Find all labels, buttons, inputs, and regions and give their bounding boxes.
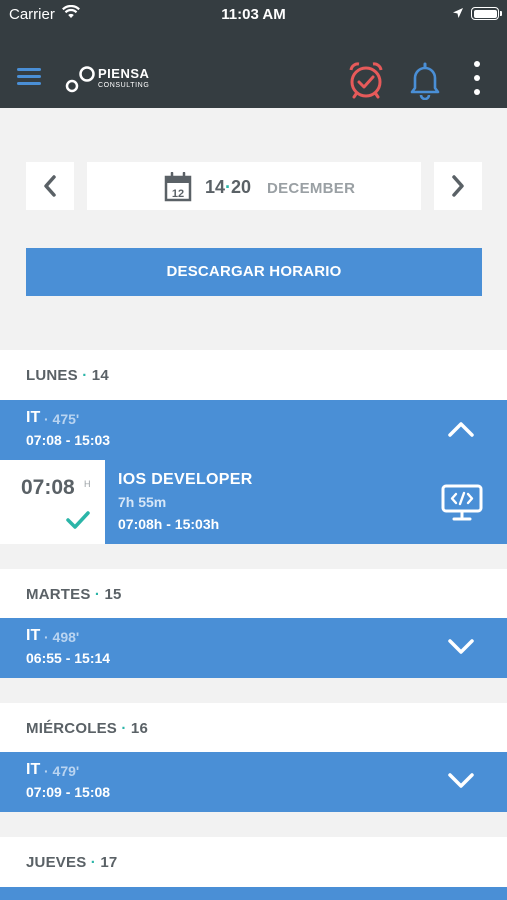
day-separator: · <box>90 586 105 603</box>
day-separator: · <box>86 854 101 871</box>
day-label: MARTES · 15 <box>26 586 122 603</box>
next-week-button[interactable] <box>434 162 482 210</box>
app-header: PIENSA CONSULTING <box>0 28 507 108</box>
week-end: 20 <box>231 177 252 197</box>
day-header-lunes: LUNES · 14 <box>0 350 507 400</box>
day-number: 17 <box>100 854 118 871</box>
shift-range: 07:08 - 15:03 <box>26 432 111 448</box>
day-number: 15 <box>104 586 122 603</box>
shift-minutes: · 498' <box>44 629 80 645</box>
checkin-time-unit: H <box>84 479 91 489</box>
day-header-martes: MARTES · 15 <box>0 569 507 619</box>
shift-minutes: · 479' <box>44 763 80 779</box>
battery-icon <box>471 7 499 20</box>
chevron-right-icon <box>452 175 464 197</box>
previous-week-button[interactable] <box>26 162 74 210</box>
shift-range: 06:55 - 15:14 <box>26 650 111 666</box>
checkin-time-box: 07:08 H <box>0 460 105 544</box>
day-name: JUEVES <box>26 854 87 871</box>
task-hours: 07:08h - 15:03h <box>118 516 220 532</box>
chevron-down-icon[interactable] <box>447 637 475 657</box>
day-label: LUNES · 14 <box>26 367 109 384</box>
piensa-logo: PIENSA CONSULTING <box>65 65 165 95</box>
shift-range: 07:09 - 15:08 <box>26 784 111 800</box>
chevron-left-icon <box>44 175 56 197</box>
calendar-icon: 12 <box>164 172 192 202</box>
week-selector[interactable]: 12 14·20 DECEMBER <box>87 162 421 210</box>
day-name: MIÉRCOLES <box>26 720 117 737</box>
shift-minutes: · 475' <box>44 411 80 427</box>
day-name: LUNES <box>26 367 78 384</box>
shift-row-miercoles[interactable]: IT · 479' 07:09 - 15:08 <box>0 752 507 812</box>
day-separator: · <box>77 367 92 384</box>
code-monitor-icon <box>441 484 483 521</box>
shift-code: IT <box>26 627 41 644</box>
task-title: IOS DEVELOPER <box>118 471 253 488</box>
shift-code: IT <box>26 409 41 426</box>
shift-detail[interactable]: 07:08 H IOS DEVELOPER 7h 55m 07:08h - 15… <box>0 460 507 544</box>
status-time: 11:03 AM <box>221 6 286 23</box>
day-label: JUEVES · 17 <box>26 854 117 871</box>
download-schedule-button[interactable]: DESCARGAR HORARIO <box>26 248 482 296</box>
task-duration: 7h 55m <box>118 494 167 510</box>
calendar-icon-day: 12 <box>172 188 184 200</box>
task-info[interactable]: IOS DEVELOPER 7h 55m 07:08h - 15:03h <box>105 460 507 544</box>
bell-icon[interactable] <box>409 60 441 100</box>
logo-name: PIENSA <box>98 66 150 81</box>
day-name: MARTES <box>26 586 91 603</box>
day-number: 16 <box>130 720 149 737</box>
shift-row-jueves[interactable] <box>0 887 507 900</box>
week-start: 14 <box>205 177 226 197</box>
day-number: 14 <box>91 367 109 384</box>
checkmark-icon <box>66 511 90 529</box>
day-header-miercoles: MIÉRCOLES · 16 <box>0 703 507 753</box>
hamburger-menu-icon[interactable] <box>17 68 41 86</box>
shift-row-lunes[interactable]: IT · 475' 07:08 - 15:03 <box>0 400 507 460</box>
day-separator: · <box>116 720 131 737</box>
more-options-icon[interactable] <box>470 61 484 101</box>
alarm-clock-icon[interactable] <box>347 60 385 100</box>
day-label: MIÉRCOLES · 16 <box>26 720 148 737</box>
day-header-jueves: JUEVES · 17 <box>0 837 507 887</box>
checkin-time: 07:08 <box>21 476 75 499</box>
logo-mark-icon <box>65 66 95 93</box>
battery-tip <box>500 11 502 16</box>
chevron-up-icon[interactable] <box>447 419 475 439</box>
shift-row-martes[interactable]: IT · 498' 06:55 - 15:14 <box>0 618 507 678</box>
week-range: 14·20 <box>205 177 251 198</box>
logo-subtitle: CONSULTING <box>98 82 150 89</box>
location-arrow-icon <box>453 8 463 18</box>
chevron-down-icon[interactable] <box>447 771 475 791</box>
week-month: DECEMBER <box>267 180 356 197</box>
status-bar: Carrier 11:03 AM <box>0 0 507 28</box>
shift-code: IT <box>26 761 41 778</box>
